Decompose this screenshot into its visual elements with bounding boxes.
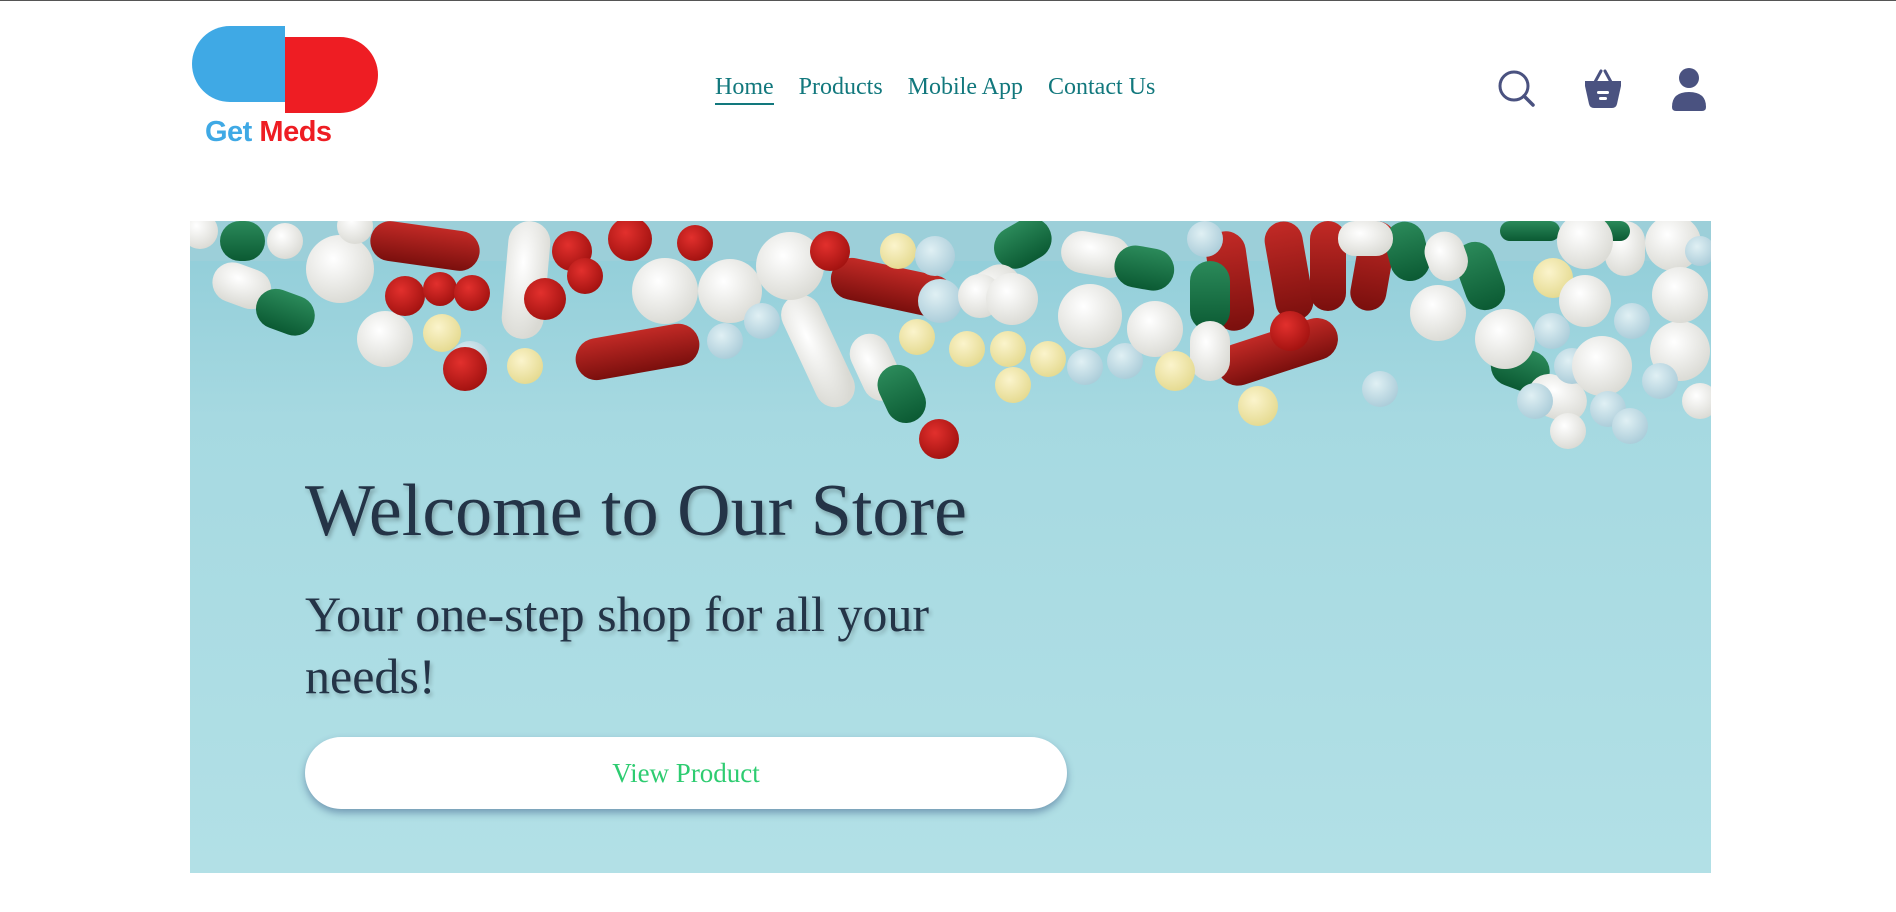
logo-text-meds: Meds <box>259 116 332 148</box>
page: Get Meds Home Products Mobile App Contac… <box>0 0 1896 912</box>
search-button[interactable] <box>1494 66 1540 112</box>
pill-logo-icon <box>192 26 378 113</box>
hero-title: Welcome to Our Store <box>305 470 967 552</box>
hero-banner: Welcome to Our Store Your one-step shop … <box>190 221 1711 873</box>
cart-button[interactable] <box>1580 66 1626 112</box>
nav-item-home[interactable]: Home <box>715 74 774 105</box>
top-border <box>0 0 1896 1</box>
nav-item-products[interactable]: Products <box>799 74 883 105</box>
user-icon <box>1672 68 1706 111</box>
basket-icon <box>1585 69 1621 108</box>
pills-background-image <box>190 221 1711 459</box>
logo-wordmark: Get Meds <box>205 116 332 149</box>
logo-text-get: Get <box>205 116 252 148</box>
nav-item-contact-us[interactable]: Contact Us <box>1048 74 1155 105</box>
search-icon <box>1498 70 1535 107</box>
get-meds-logo[interactable]: Get Meds <box>190 26 380 156</box>
account-button[interactable] <box>1666 66 1712 112</box>
main-nav: Home Products Mobile App Contact Us <box>715 74 1155 105</box>
header-actions <box>1494 66 1712 112</box>
nav-item-mobile-app[interactable]: Mobile App <box>908 74 1023 105</box>
hero-subtitle: Your one-step shop for all your needs! <box>305 586 930 704</box>
view-product-button[interactable]: View Product <box>305 737 1067 809</box>
site-header: Get Meds Home Products Mobile App Contac… <box>190 26 1712 156</box>
